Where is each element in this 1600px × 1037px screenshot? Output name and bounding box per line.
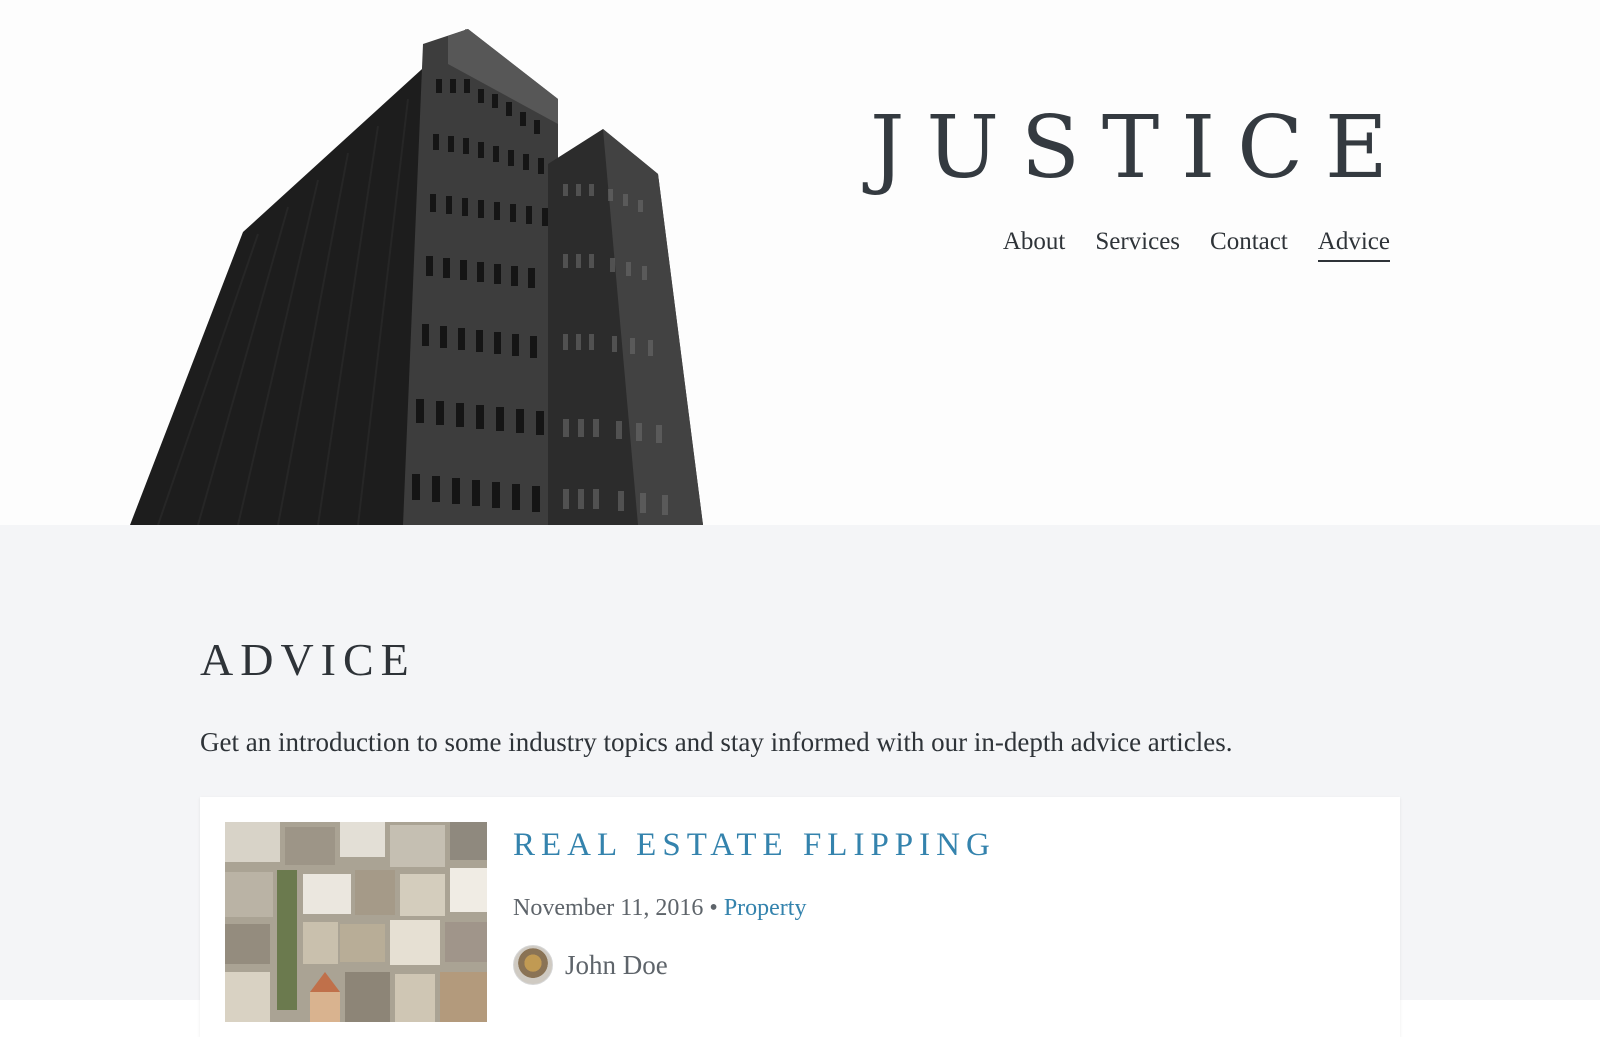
avatar [513, 945, 553, 985]
main-content: ADVICE Get an introduction to some indus… [0, 525, 1600, 1037]
nav-item-contact[interactable]: Contact [1210, 228, 1288, 260]
article-date: November 11, 2016 [513, 895, 704, 921]
page-title: ADVICE [200, 634, 416, 685]
hero-building-image [130, 29, 703, 525]
nav-item-advice[interactable]: Advice [1317, 228, 1390, 262]
site-header: JUSTICE About Services Contact Advice [0, 0, 1600, 525]
article-author: John Doe [513, 945, 668, 985]
article-category-link[interactable]: Property [724, 895, 807, 921]
article-card[interactable]: REAL ESTATE FLIPPING November 11, 2016 •… [200, 797, 1400, 1037]
article-meta: November 11, 2016 • Property [513, 895, 806, 922]
author-name: John Doe [565, 949, 668, 980]
nav-item-about[interactable]: About [1003, 228, 1066, 260]
meta-separator: • [703, 895, 724, 921]
city-rooftops-image [225, 822, 487, 1022]
page-intro: Get an introduction to some industry top… [200, 727, 1233, 757]
site-logo[interactable]: JUSTICE [870, 105, 1390, 191]
article-title[interactable]: REAL ESTATE FLIPPING [513, 827, 996, 864]
nav-item-services[interactable]: Services [1095, 228, 1180, 260]
main-nav: About Services Contact Advice [1003, 228, 1390, 262]
article-thumbnail[interactable] [225, 822, 487, 1022]
